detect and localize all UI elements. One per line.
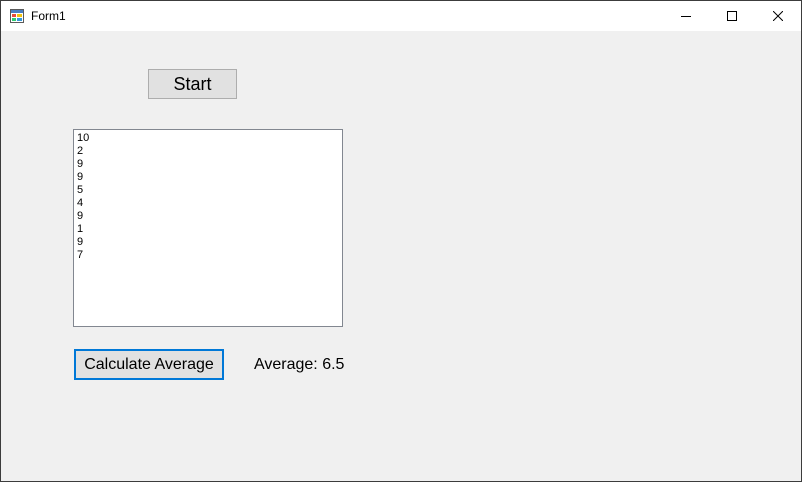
list-item[interactable]: 10 [77, 132, 342, 145]
list-item[interactable]: 9 [77, 236, 342, 249]
average-label: Average: 6.5 [254, 356, 345, 373]
calculate-average-button[interactable]: Calculate Average [74, 349, 224, 380]
list-item[interactable]: 9 [77, 210, 342, 223]
app-icon [10, 9, 24, 23]
numbers-list: 10 2 9 9 5 4 9 1 9 7 [74, 130, 342, 262]
app-window: Form1 Start 10 2 9 9 5 4 9 1 9 7 Calculate Averag… [0, 0, 802, 482]
close-icon [773, 11, 783, 21]
start-button[interactable]: Start [148, 69, 237, 99]
maximize-icon [727, 11, 737, 21]
numbers-listbox[interactable]: 10 2 9 9 5 4 9 1 9 7 [73, 129, 343, 327]
list-item[interactable]: 9 [77, 158, 342, 171]
title-bar[interactable]: Form1 [1, 1, 801, 31]
list-item[interactable]: 7 [77, 249, 342, 262]
list-item[interactable]: 1 [77, 223, 342, 236]
list-item[interactable]: 9 [77, 171, 342, 184]
maximize-button[interactable] [709, 1, 755, 31]
minimize-icon [681, 16, 691, 17]
close-button[interactable] [755, 1, 801, 31]
form-client-area: Start 10 2 9 9 5 4 9 1 9 7 Calculate Average Aver… [1, 31, 801, 481]
list-item[interactable]: 4 [77, 197, 342, 210]
minimize-button[interactable] [663, 1, 709, 31]
window-title: Form1 [31, 9, 66, 23]
list-item[interactable]: 5 [77, 184, 342, 197]
list-item[interactable]: 2 [77, 145, 342, 158]
